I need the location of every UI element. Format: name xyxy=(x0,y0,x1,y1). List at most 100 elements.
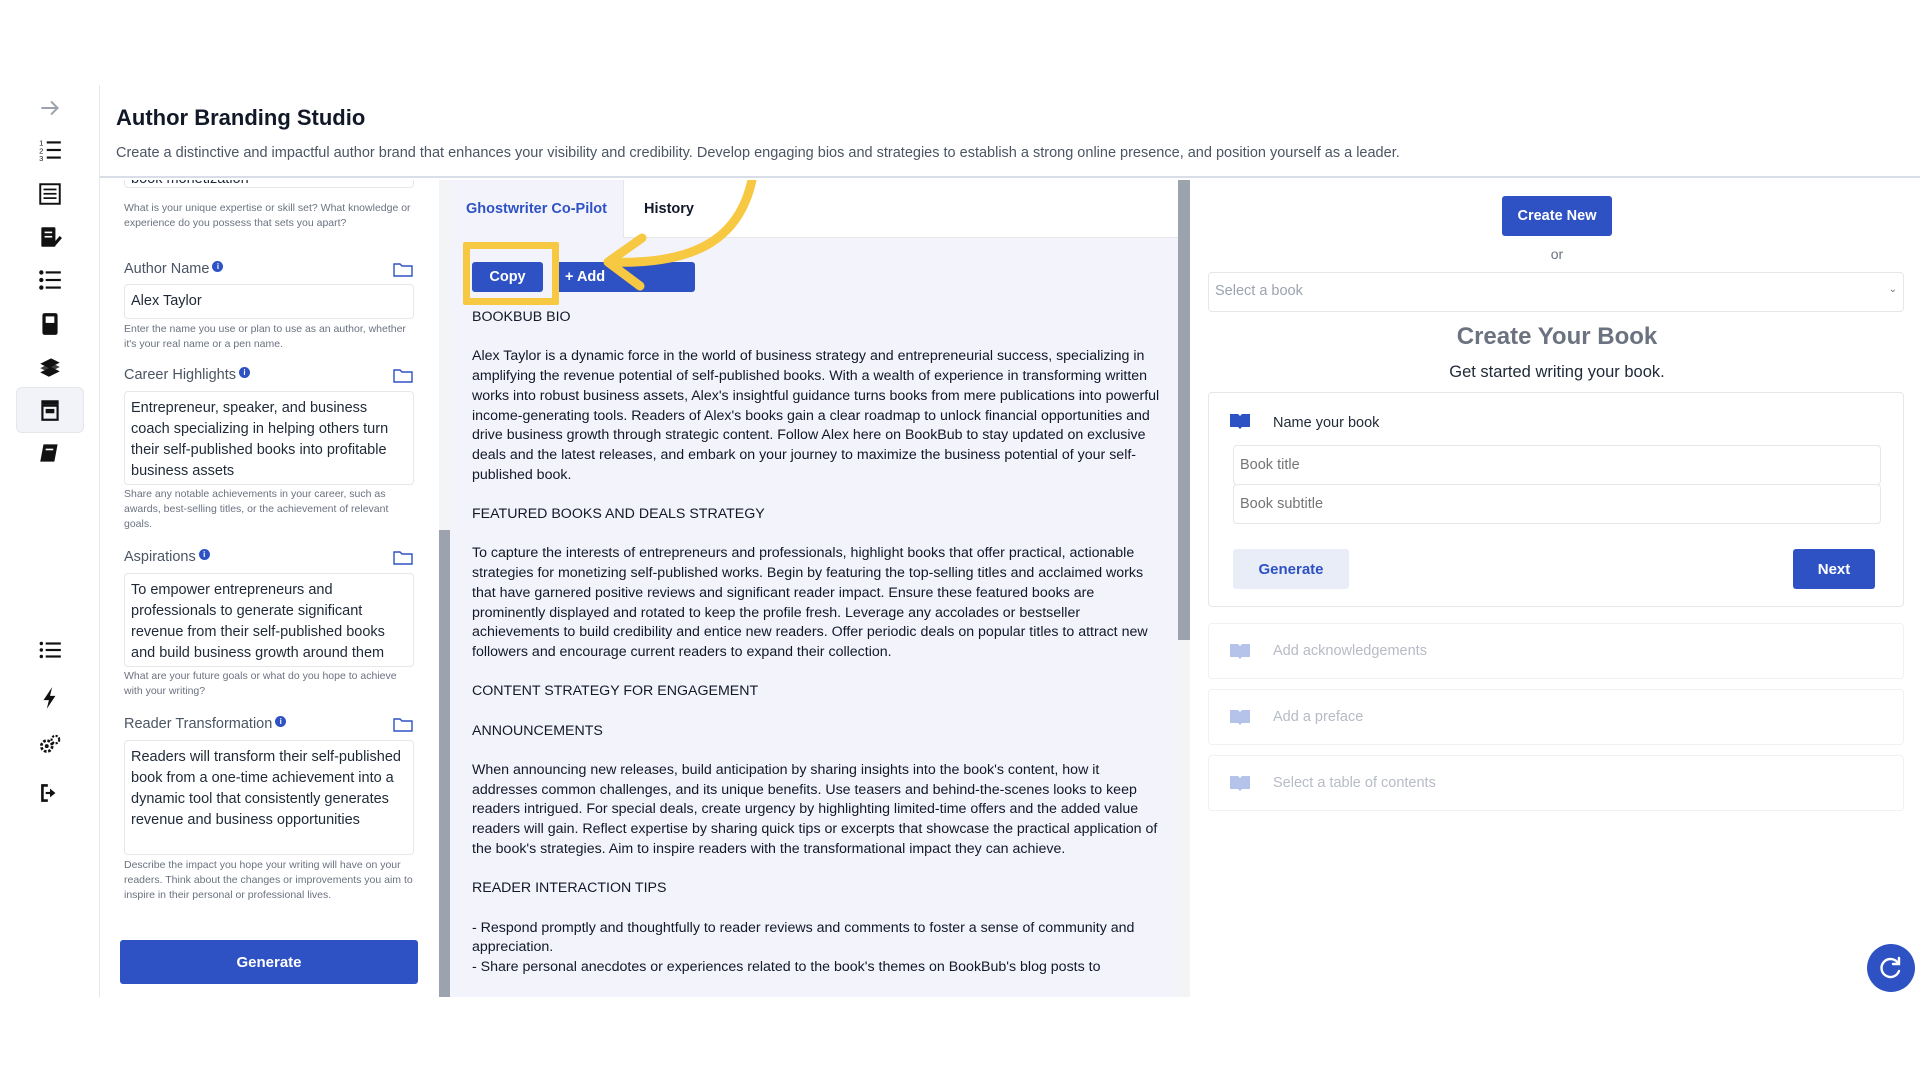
nav-settings-button[interactable] xyxy=(16,722,84,768)
books-stack-icon xyxy=(40,358,60,377)
step-label: Add a preface xyxy=(1273,709,1364,725)
refresh-chat-icon xyxy=(1880,956,1901,979)
open-book-icon xyxy=(1230,644,1250,659)
content-heading: FEATURED BOOKS AND DEALS STRATEGY xyxy=(472,506,765,522)
author-name-label: Author Name i xyxy=(124,260,224,277)
nav-logout-button[interactable] xyxy=(16,770,84,816)
page-title: Author Branding Studio xyxy=(116,105,366,130)
help-chat-button[interactable] xyxy=(1867,944,1915,992)
open-book-icon xyxy=(1230,710,1250,725)
panel-tabs: Ghostwriter Co-Pilot History xyxy=(450,180,1178,238)
expand-nav-button[interactable] xyxy=(16,85,84,131)
numbered-list-icon: 123 xyxy=(39,139,61,163)
step-label: Add acknowledgements xyxy=(1273,643,1427,659)
or-separator: or xyxy=(1550,246,1564,262)
career-highlights-hint: Share any notable achievements in your c… xyxy=(124,488,389,530)
aspirations-label: Aspirations i xyxy=(124,548,210,565)
copy-button[interactable]: Copy xyxy=(472,262,543,292)
nav-books-button[interactable] xyxy=(16,344,84,390)
generate-button[interactable]: Generate xyxy=(120,940,418,984)
notebook-icon xyxy=(42,313,58,335)
content-heading: ANNOUNCEMENTS xyxy=(472,722,603,739)
open-book-icon xyxy=(1230,776,1250,791)
nav-branding-button[interactable] xyxy=(16,387,84,433)
nav-pages-button[interactable] xyxy=(16,171,84,217)
create-book-title: Create Your Book xyxy=(1456,323,1658,350)
name-book-label: Name your book xyxy=(1273,415,1380,431)
folder-icon[interactable] xyxy=(393,261,413,277)
content-scrollbar[interactable] xyxy=(1178,180,1190,997)
author-name-hint: Enter the name you use or plan to use as… xyxy=(124,323,406,350)
author-form: book monetization What is your unique ex… xyxy=(100,180,439,997)
author-name-label-text: Author Name xyxy=(124,261,210,277)
reader-transformation-field[interactable]: Readers will transform their self-publis… xyxy=(124,740,414,855)
generate-title-button[interactable]: Generate xyxy=(1233,549,1349,589)
icon-sidebar: 123 xyxy=(0,85,100,997)
career-highlights-label: Career Highlights i xyxy=(124,366,251,383)
info-icon[interactable]: i xyxy=(239,366,251,378)
aspirations-hint: What are your future goals or what do yo… xyxy=(124,670,397,697)
storefront-icon xyxy=(41,400,59,421)
lightning-icon xyxy=(43,687,56,709)
content-paragraph: Alex Taylor is a dynamic force in the wo… xyxy=(472,348,1160,483)
folder-icon[interactable] xyxy=(393,367,413,383)
step-preface[interactable]: Add a preface xyxy=(1208,689,1904,745)
author-name-field[interactable]: Alex Taylor xyxy=(124,284,414,319)
content-paragraph: - Respond promptly and thoughtfully to r… xyxy=(472,919,1135,976)
book-icon xyxy=(40,444,58,462)
create-book-subtitle: Get started writing your book. xyxy=(1449,363,1665,381)
expertise-hint: What is your unique expertise or skill s… xyxy=(124,202,411,229)
nav-outline-button[interactable]: 123 xyxy=(16,127,84,173)
logout-icon xyxy=(41,784,56,802)
step-table-of-contents[interactable]: Select a table of contents xyxy=(1208,755,1904,811)
folder-icon[interactable] xyxy=(393,716,413,732)
nav-edit-button[interactable] xyxy=(16,214,84,260)
add-button[interactable]: + Add xyxy=(555,262,695,292)
step-acknowledgements[interactable]: Add acknowledgements xyxy=(1208,623,1904,679)
gears-icon xyxy=(39,734,61,753)
chevron-down-icon: ⌄ xyxy=(1888,284,1897,295)
info-icon[interactable]: i xyxy=(275,715,287,727)
tab-ghostwriter-copilot[interactable]: Ghostwriter Co-Pilot xyxy=(450,180,624,238)
info-icon[interactable]: i xyxy=(198,548,210,560)
open-book-icon xyxy=(1230,414,1250,429)
form-scrollbar-thumb[interactable] xyxy=(439,530,450,997)
career-highlights-field[interactable]: Entrepreneur, speaker, and business coac… xyxy=(124,391,414,485)
content-heading: CONTENT STRATEGY FOR ENGAGEMENT xyxy=(472,683,759,700)
content-paragraph: When announcing new releases, build anti… xyxy=(472,762,1158,857)
nav-lightning-button[interactable] xyxy=(16,675,84,721)
checklist-icon xyxy=(39,270,61,290)
reader-transformation-label-text: Reader Transformation xyxy=(124,716,273,732)
content-paragraph: To capture the interests of entrepreneur… xyxy=(472,545,1148,660)
svg-text:3: 3 xyxy=(39,154,43,163)
list-icon xyxy=(39,641,61,659)
book-title-input[interactable] xyxy=(1233,445,1881,485)
arrow-right-icon xyxy=(41,100,59,116)
page-subtitle: Create a distinctive and impactful autho… xyxy=(116,145,1400,161)
copilot-panel: Ghostwriter Co-Pilot History + Add Copy … xyxy=(450,180,1178,997)
select-book-dropdown[interactable]: Select a book ⌄ xyxy=(1208,272,1904,312)
nav-notebook-button[interactable] xyxy=(16,301,84,347)
folder-icon[interactable] xyxy=(393,549,413,565)
content-heading: READER INTERACTION TIPS xyxy=(472,880,667,897)
create-new-button[interactable]: Create New xyxy=(1502,196,1612,236)
tab-history[interactable]: History xyxy=(624,180,714,238)
content-scrollbar-thumb[interactable] xyxy=(1178,180,1190,640)
form-scrollbar[interactable] xyxy=(439,180,450,997)
next-button[interactable]: Next xyxy=(1793,549,1875,589)
nav-checklist-button[interactable] xyxy=(16,257,84,303)
book-creator-panel: Create New or Select a book ⌄ Create You… xyxy=(1190,180,1920,997)
generated-content: BOOKBUB BIO Alex Taylor is a dynamic for… xyxy=(472,308,1162,997)
reader-transformation-hint: Describe the impact you hope your writin… xyxy=(124,859,413,901)
expertise-field[interactable]: book monetization xyxy=(124,180,414,188)
book-subtitle-input[interactable] xyxy=(1233,484,1881,524)
page-header: Author Branding Studio Create a distinct… xyxy=(100,85,1920,178)
name-book-card: Name your book Generate Next xyxy=(1208,392,1904,607)
aspirations-field[interactable]: To empower entrepreneurs and professiona… xyxy=(124,573,414,667)
info-icon[interactable]: i xyxy=(212,260,224,272)
nav-book-button[interactable] xyxy=(16,430,84,476)
book-edit-icon xyxy=(41,227,62,247)
aspirations-label-text: Aspirations xyxy=(124,549,196,565)
step-label: Select a table of contents xyxy=(1273,775,1436,791)
nav-list-button[interactable] xyxy=(16,627,84,673)
